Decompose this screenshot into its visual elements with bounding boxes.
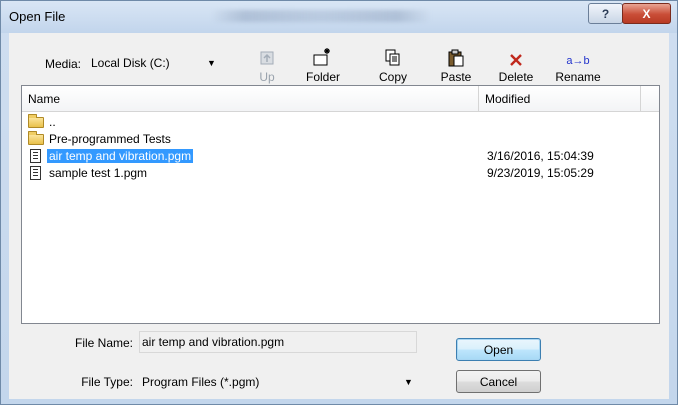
- media-value: Local Disk (C:): [91, 56, 170, 70]
- up-button[interactable]: Up: [240, 47, 294, 84]
- folder-icon: [28, 114, 44, 129]
- file-name-label: File Name:: [74, 336, 133, 350]
- new-folder-button[interactable]: Folder: [296, 47, 350, 84]
- paste-label: Paste: [440, 70, 472, 84]
- column-name-label: Name: [28, 92, 61, 106]
- list-item[interactable]: Pre-programmed Tests: [28, 131, 628, 148]
- file-list[interactable]: Name Modified .. Pre-programmed Tests ai…: [21, 85, 660, 324]
- column-modified-label: Modified: [485, 92, 531, 106]
- rename-icon: a→b: [566, 55, 590, 67]
- media-dropdown[interactable]: Local Disk (C:) ▼: [89, 53, 219, 73]
- up-label: Up: [259, 70, 275, 84]
- file-type-label: File Type:: [81, 375, 133, 389]
- paste-button[interactable]: Paste: [429, 47, 483, 84]
- open-file-dialog: Open File ? X Media: Local Disk (C:) ▼ U…: [0, 0, 678, 405]
- help-button[interactable]: ?: [588, 3, 623, 24]
- item-name: sample test 1.pgm: [49, 166, 148, 180]
- delete-button[interactable]: Delete: [489, 47, 543, 84]
- close-button[interactable]: X: [622, 3, 671, 24]
- file-name-value: air temp and vibration.pgm: [142, 335, 285, 349]
- item-name: air temp and vibration.pgm: [47, 149, 194, 163]
- list-item[interactable]: sample test 1.pgm 9/23/2019, 15:05:29: [28, 165, 628, 182]
- rename-label: Rename: [555, 70, 601, 84]
- file-type-dropdown[interactable]: Program Files (*.pgm) ▼: [139, 371, 419, 393]
- rename-button[interactable]: a→b Rename: [551, 47, 605, 84]
- paste-icon: [429, 47, 483, 67]
- column-header-name[interactable]: Name: [22, 86, 479, 111]
- close-icon: X: [642, 6, 651, 21]
- item-modified: 3/16/2016, 15:04:39: [487, 149, 594, 163]
- open-button-label: Open: [483, 342, 514, 357]
- column-header-modified[interactable]: Modified: [479, 86, 641, 111]
- delete-label: Delete: [498, 70, 534, 84]
- list-item[interactable]: ..: [28, 114, 628, 131]
- chevron-down-icon: ▼: [404, 377, 413, 387]
- open-button[interactable]: Open: [456, 338, 541, 361]
- copy-icon: [366, 47, 420, 67]
- item-modified: 9/23/2019, 15:05:29: [487, 166, 594, 180]
- cancel-button[interactable]: Cancel: [456, 370, 541, 393]
- up-folder-icon: [240, 47, 294, 67]
- cancel-button-label: Cancel: [479, 374, 518, 389]
- item-name: ..: [49, 115, 56, 129]
- list-header: Name Modified: [22, 86, 659, 112]
- file-icon: [28, 166, 44, 180]
- delete-icon: [489, 47, 543, 67]
- toolbar: Media: Local Disk (C:) ▼ Up Folder Copy …: [9, 33, 669, 85]
- help-icon: ?: [601, 6, 610, 21]
- dialog-body: Media: Local Disk (C:) ▼ Up Folder Copy …: [9, 33, 669, 399]
- media-label: Media:: [45, 57, 82, 71]
- folder-label: Folder: [305, 70, 340, 84]
- item-name: Pre-programmed Tests: [49, 132, 171, 146]
- blurred-title-region: [211, 10, 431, 22]
- file-type-value: Program Files (*.pgm): [142, 375, 260, 389]
- title-bar[interactable]: Open File ? X: [1, 1, 677, 33]
- chevron-down-icon: ▼: [207, 58, 216, 68]
- window-title: Open File: [9, 9, 66, 24]
- new-folder-icon: [296, 47, 350, 67]
- list-item[interactable]: air temp and vibration.pgm 3/16/2016, 15…: [28, 148, 628, 165]
- folder-icon: [28, 131, 44, 146]
- file-icon: [28, 149, 44, 163]
- file-name-field[interactable]: air temp and vibration.pgm: [139, 331, 417, 353]
- copy-label: Copy: [378, 70, 407, 84]
- copy-button[interactable]: Copy: [366, 47, 420, 84]
